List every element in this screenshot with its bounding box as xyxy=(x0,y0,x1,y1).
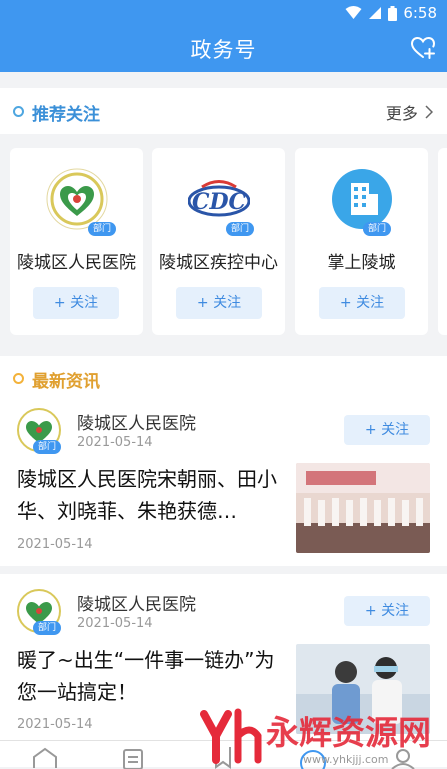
follow-button[interactable]: + 关注 xyxy=(344,596,430,626)
building-logo-icon xyxy=(332,169,392,229)
battery-icon xyxy=(388,5,398,21)
more-link[interactable]: 更多 xyxy=(385,100,434,124)
news-date: 2021-05-14 xyxy=(17,717,93,732)
recommended-header: 推荐关注 更多 xyxy=(0,88,447,134)
card-name: 陵城区疾控中心 xyxy=(159,253,278,273)
cdc-logo-icon: CDC xyxy=(188,180,250,217)
department-badge: 部门 xyxy=(88,222,116,236)
card-name: 掌上陵城 xyxy=(327,253,396,273)
source-name: 陵城区人民医院 xyxy=(77,414,196,434)
svg-text:CDC: CDC xyxy=(192,189,247,215)
card-name: 陵城区人民医院 xyxy=(17,253,136,273)
recommend-card[interactable]: CDC 部门 陵城区疾控中心 + 关注 xyxy=(152,148,285,335)
department-badge: 部门 xyxy=(363,222,391,236)
news-date: 2021-05-14 xyxy=(17,537,93,552)
status-bar: 6:58 xyxy=(0,0,447,28)
status-time: 6:58 xyxy=(403,4,437,22)
follow-button[interactable]: + 关注 xyxy=(33,287,119,319)
wifi-icon xyxy=(345,6,362,19)
section-dot-icon xyxy=(13,373,24,384)
follow-button[interactable]: + 关注 xyxy=(344,415,430,445)
recommend-card[interactable]: 部门 掌上陵城 + 关注 xyxy=(295,148,428,335)
watermark-logo: 永辉资源网 www.yhkjjj.com xyxy=(200,708,431,766)
news-headline[interactable]: 陵城区人民医院宋朝丽、田小华、刘晓菲、朱艳获德… xyxy=(17,463,285,527)
news-thumbnail[interactable] xyxy=(296,463,430,553)
recommended-title: 推荐关注 xyxy=(32,105,100,125)
more-label: 更多 xyxy=(385,104,418,123)
follow-button[interactable]: + 关注 xyxy=(176,287,262,319)
news-item[interactable]: 部门 陵城区人民医院 2021-05-14 + 关注 陵城区人民医院宋朝丽、田小… xyxy=(0,400,447,566)
recommend-card[interactable]: 部门 陵城区人民医院 + 关注 xyxy=(10,148,143,335)
news-headline[interactable]: 暖了~出生“一件事一链办”为您一站搞定！ xyxy=(17,644,285,708)
page-title: 政务号 xyxy=(190,38,257,62)
section-dot-icon xyxy=(13,106,24,117)
heart-plus-icon[interactable] xyxy=(409,34,437,62)
status-icons: 6:58 xyxy=(345,4,437,22)
chevron-right-icon xyxy=(425,105,434,119)
svg-text:www.yhkjjj.com: www.yhkjjj.com xyxy=(303,753,389,766)
recommend-card-partial[interactable] xyxy=(438,148,447,335)
news-header: 最新资讯 xyxy=(0,356,447,400)
tab-home-icon[interactable] xyxy=(30,747,60,769)
source-name: 陵城区人民医院 xyxy=(77,595,196,615)
source-date: 2021-05-14 xyxy=(77,435,153,450)
source-date: 2021-05-14 xyxy=(77,616,153,631)
department-badge: 部门 xyxy=(33,621,61,635)
follow-button[interactable]: + 关注 xyxy=(319,287,405,319)
svg-text:永辉资源网: 永辉资源网 xyxy=(266,713,431,752)
tab-list-icon[interactable] xyxy=(118,747,148,769)
hospital-logo-icon xyxy=(46,168,108,230)
department-badge: 部门 xyxy=(33,440,61,454)
app-bar: 政务号 xyxy=(0,28,447,72)
news-title: 最新资讯 xyxy=(32,372,100,392)
department-badge: 部门 xyxy=(226,222,254,236)
signal-icon xyxy=(369,7,382,19)
recommended-cards: 部门 陵城区人民医院 + 关注 CDC 部门 陵城区疾控中心 + 关注 部门 掌… xyxy=(0,134,447,344)
